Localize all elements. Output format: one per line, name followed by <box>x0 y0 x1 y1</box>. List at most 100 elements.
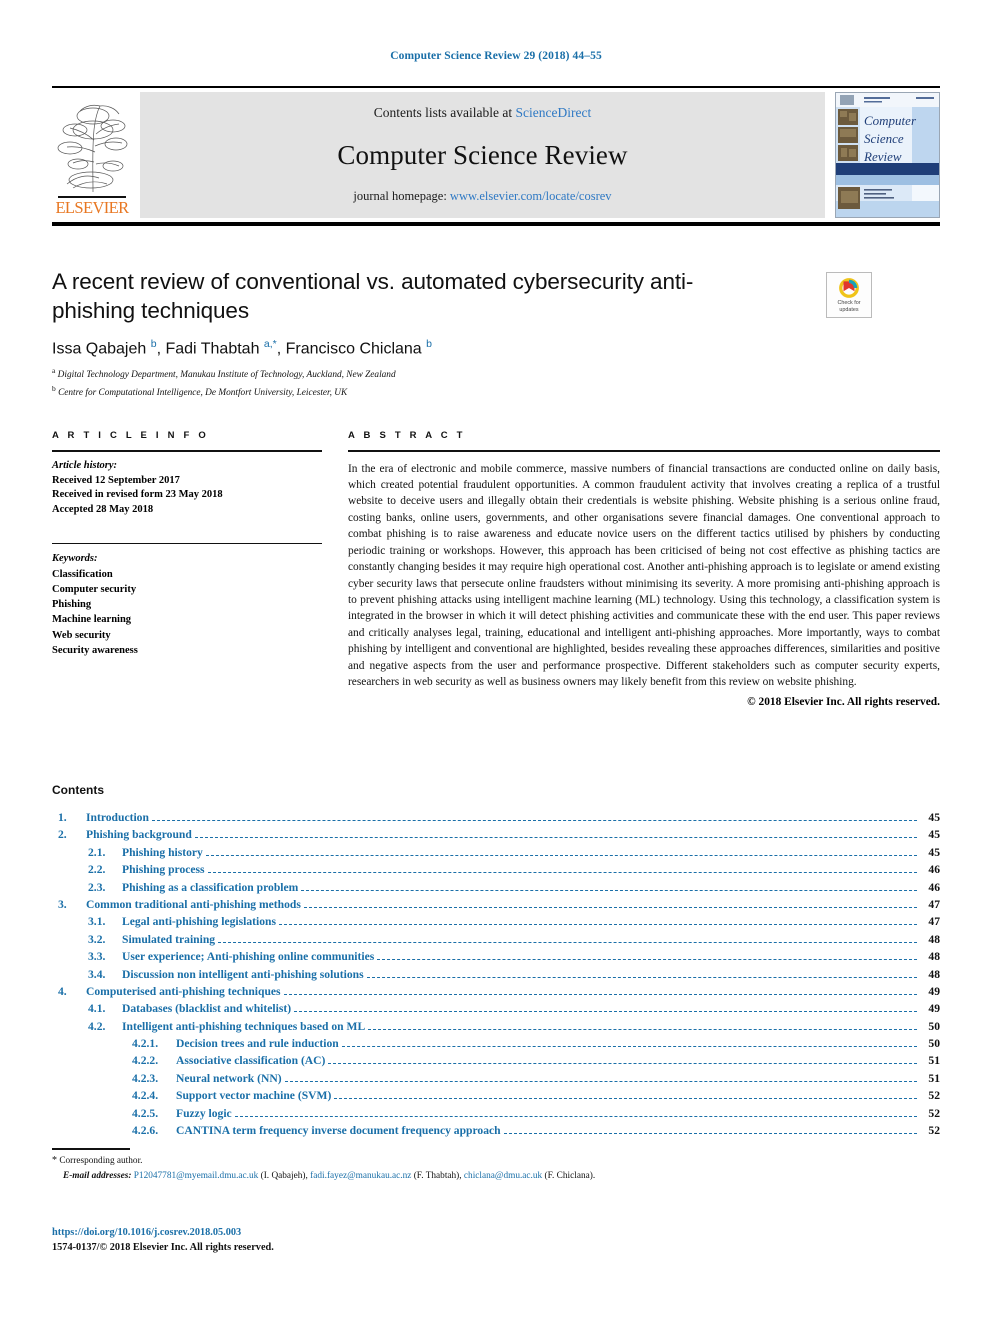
toc-entry[interactable]: 3.2. Simulated training 48 <box>52 931 940 948</box>
toc-entry-label[interactable]: User experience; Anti-phishing online co… <box>122 948 374 965</box>
toc-entry[interactable]: 4.2.6. CANTINA term frequency inverse doc… <box>52 1122 940 1139</box>
toc-leader-dots <box>218 941 917 943</box>
affiliations: a Digital Technology Department, Manukau… <box>52 365 752 401</box>
toc-entry-label[interactable]: Simulated training <box>122 931 215 948</box>
toc-entry[interactable]: 3. Common traditional anti-phishing metho… <box>52 896 940 913</box>
toc-entry-number: 4.2.5. <box>132 1106 159 1120</box>
toc-entry-page: 45 <box>928 828 940 842</box>
email-addresses-note: E-mail addresses: P12047781@myemail.dmu.… <box>63 1169 940 1184</box>
abstract-copyright: © 2018 Elsevier Inc. All rights reserved… <box>747 695 940 708</box>
toc-entry-label[interactable]: Discussion non intelligent anti-phishing… <box>122 966 364 983</box>
toc-entry[interactable]: 4.2.1. Decision trees and rule induction 5… <box>52 1035 940 1052</box>
keywords-list: Keywords: Classification Computer securi… <box>52 551 322 658</box>
toc-entry-page: 45 <box>928 845 940 859</box>
table-of-contents: 1. Introduction 45 2. Phishing background 45 2… <box>52 809 940 1139</box>
keyword-item: Security awareness <box>52 644 138 656</box>
toc-entry[interactable]: 3.1. Legal anti-phishing legislations 47 <box>52 913 940 930</box>
toc-entry[interactable]: 2.2. Phishing process 46 <box>52 861 940 878</box>
toc-entry[interactable]: 4.1. Databases (blacklist and whitelist) 4… <box>52 1000 940 1017</box>
toc-entry[interactable]: 4.2.4. Support vector machine (SVM) 52 <box>52 1087 940 1104</box>
elsevier-wordmark: ELSEVIER <box>55 197 129 217</box>
toc-entry-label[interactable]: Databases (blacklist and whitelist) <box>122 1000 291 1017</box>
toc-entry-page: 48 <box>928 950 940 964</box>
article-history-label: Article history: <box>52 459 118 471</box>
masthead-center-panel: Contents lists available at ScienceDirec… <box>140 92 825 218</box>
history-item: Received 12 September 2017 <box>52 474 180 486</box>
toc-entry-number: 4.2.4. <box>132 1089 159 1103</box>
toc-entry-page: 51 <box>928 1071 940 1085</box>
toc-entry-label[interactable]: Computerised anti-phishing techniques <box>86 983 281 1000</box>
article-info-rule <box>52 450 322 452</box>
toc-entry-page: 47 <box>928 897 940 911</box>
check-for-updates-badge[interactable]: Check for updates <box>826 272 872 318</box>
toc-entry-number: 2.1. <box>88 845 106 859</box>
toc-entry-number: 4.2.1. <box>132 1037 159 1051</box>
footnotes: * Corresponding author. E-mail addresses… <box>52 1153 940 1183</box>
journal-masthead: ELSEVIER Contents lists available at Sci… <box>52 86 940 226</box>
affiliation-a-text: Digital Technology Department, Manukau I… <box>57 370 396 381</box>
toc-entry[interactable]: 4.2.5. Fuzzy logic 52 <box>52 1105 940 1122</box>
toc-entry-number: 3.1. <box>88 915 106 929</box>
toc-entry-number: 3.4. <box>88 967 106 981</box>
toc-entry-label[interactable]: Introduction <box>86 809 149 826</box>
toc-leader-dots <box>205 854 917 856</box>
toc-entry-label[interactable]: Decision trees and rule induction <box>176 1035 339 1052</box>
keywords-rule <box>52 543 322 545</box>
toc-entry[interactable]: 2. Phishing background 45 <box>52 826 940 843</box>
toc-entry-label[interactable]: Phishing background <box>86 826 192 843</box>
toc-entry-label[interactable]: Intelligent anti-phishing techniques bas… <box>122 1018 365 1035</box>
journal-homepage-link[interactable]: www.elsevier.com/locate/cosrev <box>450 189 612 203</box>
svg-text:Review: Review <box>863 149 902 164</box>
toc-entry[interactable]: 3.4. Discussion non intelligent anti-phis… <box>52 966 940 983</box>
abstract-rule <box>348 450 940 452</box>
journal-title: Computer Science Review <box>337 139 628 170</box>
crossmark-line2: updates <box>839 306 859 313</box>
toc-entry-label[interactable]: Phishing as a classification problem <box>122 879 298 896</box>
asterisk-icon: * <box>52 1155 57 1166</box>
toc-entry[interactable]: 2.3. Phishing as a classification problem… <box>52 879 940 896</box>
toc-entry[interactable]: 4.2. Intelligent anti-phishing techniques… <box>52 1018 940 1035</box>
toc-entry[interactable]: 3.3. User experience; Anti-phishing onlin… <box>52 948 940 965</box>
toc-entry-page: 49 <box>928 1002 940 1016</box>
toc-entry-label[interactable]: Legal anti-phishing legislations <box>122 913 276 930</box>
history-item: Received in revised form 23 May 2018 <box>52 489 223 501</box>
contents-section: Contents 1. Introduction 45 2. Phishing back… <box>52 783 940 1139</box>
toc-leader-dots <box>278 924 917 926</box>
article-info-column: A R T I C L E I N F O Article history: R… <box>52 430 322 658</box>
toc-entry-number: 2. <box>58 828 67 842</box>
email-link-2[interactable]: fadi.fayez@manukau.ac.nz <box>310 1171 411 1181</box>
toc-entry[interactable]: 2.1. Phishing history 45 <box>52 844 940 861</box>
toc-entry-label[interactable]: Neural network (NN) <box>176 1070 282 1087</box>
email-link-3[interactable]: chiclana@dmu.ac.uk <box>464 1171 542 1181</box>
masthead-top-rule <box>52 86 940 88</box>
doi-link[interactable]: https://doi.org/10.1016/j.cosrev.2018.05… <box>52 1226 552 1241</box>
contents-heading: Contents <box>52 783 104 797</box>
email-link-1[interactable]: P12047781@myemail.dmu.ac.uk <box>134 1171 259 1181</box>
toc-entry-label[interactable]: Support vector machine (SVM) <box>176 1087 331 1104</box>
toc-entry[interactable]: 1. Introduction 45 <box>52 809 940 826</box>
toc-entry[interactable]: 4.2.3. Neural network (NN) 51 <box>52 1070 940 1087</box>
toc-leader-dots <box>207 872 917 874</box>
abstract-column: A B S T R A C T In the era of electronic… <box>348 430 940 708</box>
toc-entry-page: 47 <box>928 915 940 929</box>
toc-entry-label[interactable]: CANTINA term frequency inverse document … <box>176 1122 501 1139</box>
toc-leader-dots <box>234 1115 917 1117</box>
toc-entry-page: 49 <box>928 984 940 998</box>
toc-entry-label[interactable]: Fuzzy logic <box>176 1105 232 1122</box>
toc-entry[interactable]: 4. Computerised anti-phishing techniques 4… <box>52 983 940 1000</box>
toc-leader-dots <box>284 1080 917 1082</box>
toc-entry-page: 52 <box>928 1089 940 1103</box>
toc-entry-label[interactable]: Common traditional anti-phishing methods <box>86 896 301 913</box>
history-item: Accepted 28 May 2018 <box>52 504 154 516</box>
toc-leader-dots <box>283 993 917 995</box>
toc-entry-label[interactable]: Associative classification (AC) <box>176 1052 325 1069</box>
toc-entry-page: 52 <box>928 1124 940 1138</box>
toc-entry-label[interactable]: Phishing history <box>122 844 203 861</box>
toc-leader-dots <box>503 1133 917 1135</box>
toc-entry-number: 2.2. <box>88 863 106 877</box>
page-title: A recent review of conventional vs. auto… <box>52 269 694 323</box>
toc-entry-label[interactable]: Phishing process <box>122 861 205 878</box>
toc-entry[interactable]: 4.2.2. Associative classification (AC) 51 <box>52 1052 940 1069</box>
email-name-2: (F. Thabtah), <box>411 1170 464 1181</box>
sciencedirect-link[interactable]: ScienceDirect <box>516 105 592 120</box>
